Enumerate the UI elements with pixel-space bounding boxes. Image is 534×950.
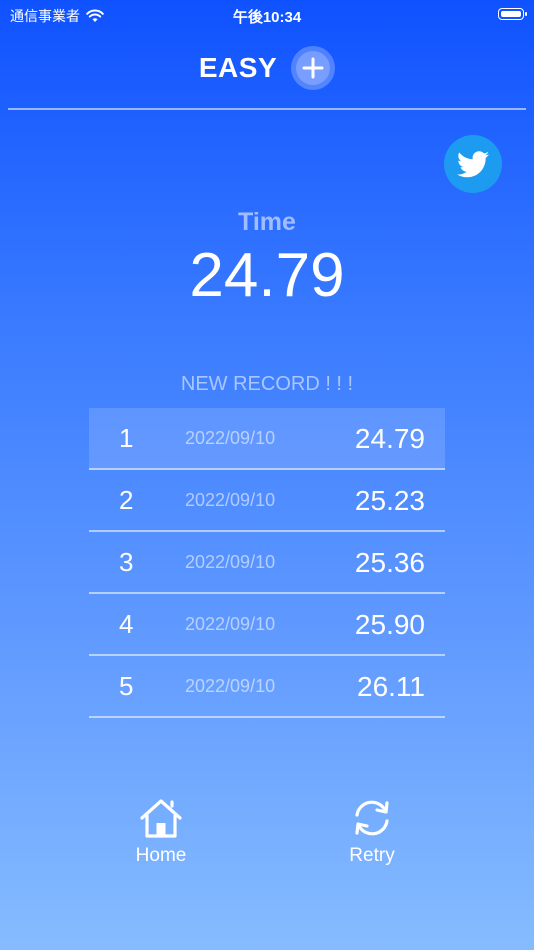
mode-title: EASY xyxy=(198,52,278,83)
record-row: 1 2022/09/10 24.79 xyxy=(89,408,445,470)
record-row: 3 2022/09/10 25.36 xyxy=(89,532,445,594)
time-value: 24.79 xyxy=(189,241,345,310)
twitter-bird-icon xyxy=(457,150,489,177)
record-row: 5 2022/09/10 26.11 xyxy=(89,656,445,718)
home-button[interactable]: Home xyxy=(111,797,211,867)
record-rank: 4 xyxy=(119,609,134,639)
record-date: 2022/09/10 xyxy=(185,676,276,696)
retry-label: Retry xyxy=(349,845,395,866)
retry-icon xyxy=(355,800,389,836)
record-score: 25.23 xyxy=(354,485,425,516)
time-label: Time xyxy=(238,208,296,236)
status-clock: 午後10:34 xyxy=(232,9,302,26)
record-rank: 3 xyxy=(119,547,134,577)
record-date: 2022/09/10 xyxy=(185,490,276,510)
header: EASY xyxy=(0,45,534,91)
new-record-banner: NEW RECORD ! ! ! xyxy=(180,373,354,395)
home-icon xyxy=(140,799,182,838)
record-rank: 2 xyxy=(119,485,134,515)
retry-button[interactable]: Retry xyxy=(322,797,422,867)
record-rank: 5 xyxy=(119,671,134,701)
battery-icon xyxy=(498,8,527,20)
twitter-share-button[interactable] xyxy=(444,135,502,193)
record-date: 2022/09/10 xyxy=(185,552,276,572)
record-score: 24.79 xyxy=(354,423,425,454)
record-date: 2022/09/10 xyxy=(185,614,276,634)
header-divider xyxy=(8,108,526,110)
add-button[interactable] xyxy=(291,46,336,90)
status-bar: 通信事業者 午後10:34 xyxy=(0,0,534,30)
record-rank: 1 xyxy=(119,423,134,453)
home-label: Home xyxy=(135,845,187,866)
record-score: 26.11 xyxy=(357,671,425,702)
record-score: 25.36 xyxy=(354,547,425,578)
record-score: 25.90 xyxy=(354,609,425,640)
record-date: 2022/09/10 xyxy=(185,428,276,448)
records-table: 1 2022/09/10 24.79 2 2022/09/10 25.23 3 … xyxy=(89,408,445,718)
record-row: 4 2022/09/10 25.90 xyxy=(89,594,445,656)
record-row: 2 2022/09/10 25.23 xyxy=(89,470,445,532)
plus-icon xyxy=(302,57,324,79)
